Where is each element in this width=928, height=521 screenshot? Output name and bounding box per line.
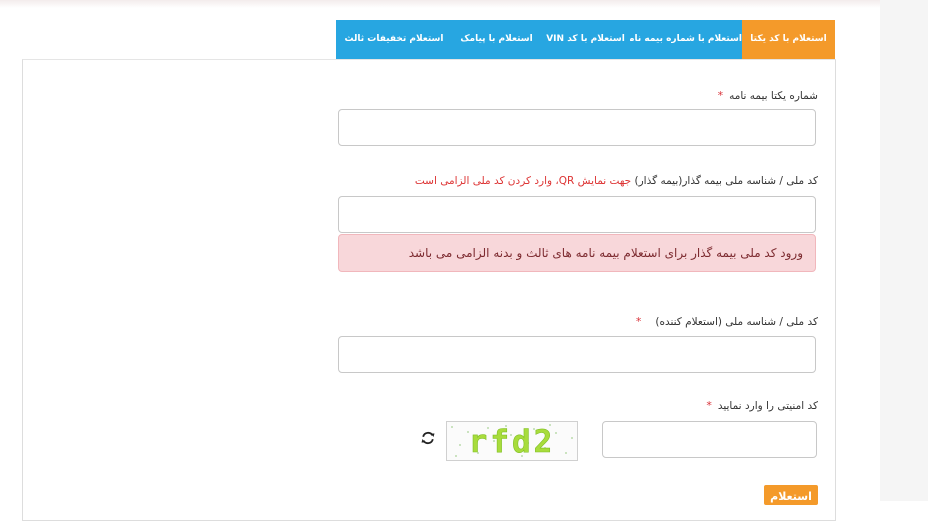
unique-code-label: شماره یکتا بیمه نامه* — [717, 89, 818, 102]
tab-sms[interactable]: استعلام با پیامک — [452, 20, 541, 59]
insurer-id-hint: جهت نمایش QR، وارد کردن کد ملی الزامی اس… — [414, 175, 632, 187]
captcha-text: rfd2 — [469, 424, 556, 460]
required-mark: * — [635, 315, 642, 328]
tab-vin[interactable]: استعلام با کد VIN — [541, 20, 630, 59]
submit-button[interactable]: استعلام — [764, 485, 818, 505]
tab-third-party-discount[interactable]: استعلام تخفیفات ثالث — [336, 20, 452, 59]
captcha-label: کد امنیتی را وارد نمایید* — [706, 399, 818, 412]
captcha-input[interactable] — [602, 421, 817, 458]
required-mark: * — [717, 89, 724, 102]
inquirer-id-label: کد ملی / شناسه ملی (استعلام کننده)* — [635, 315, 818, 328]
inquirer-id-input[interactable] — [338, 336, 816, 373]
refresh-icon[interactable] — [420, 430, 436, 446]
insurer-id-label: کد ملی / شناسه ملی بیمه گذار(بیمه گذار) … — [414, 175, 818, 187]
tab-unique-code[interactable]: استعلام با کد یکتا — [742, 20, 835, 59]
insurer-id-input[interactable] — [338, 196, 816, 233]
tab-bar: استعلام با کد یکتا استعلام با شماره بیمه… — [336, 20, 835, 59]
top-fade — [0, 0, 880, 8]
required-mark: * — [706, 399, 712, 412]
captcha-image: rfd2 — [446, 421, 578, 461]
alert-message: ورود کد ملی بیمه گذار برای استعلام بیمه … — [338, 234, 816, 272]
unique-code-input[interactable] — [338, 109, 816, 146]
captcha-graphic: rfd2 — [451, 424, 573, 460]
tab-policy-number[interactable]: استعلام با شماره بیمه نامه — [623, 20, 742, 59]
right-gutter — [880, 0, 928, 501]
